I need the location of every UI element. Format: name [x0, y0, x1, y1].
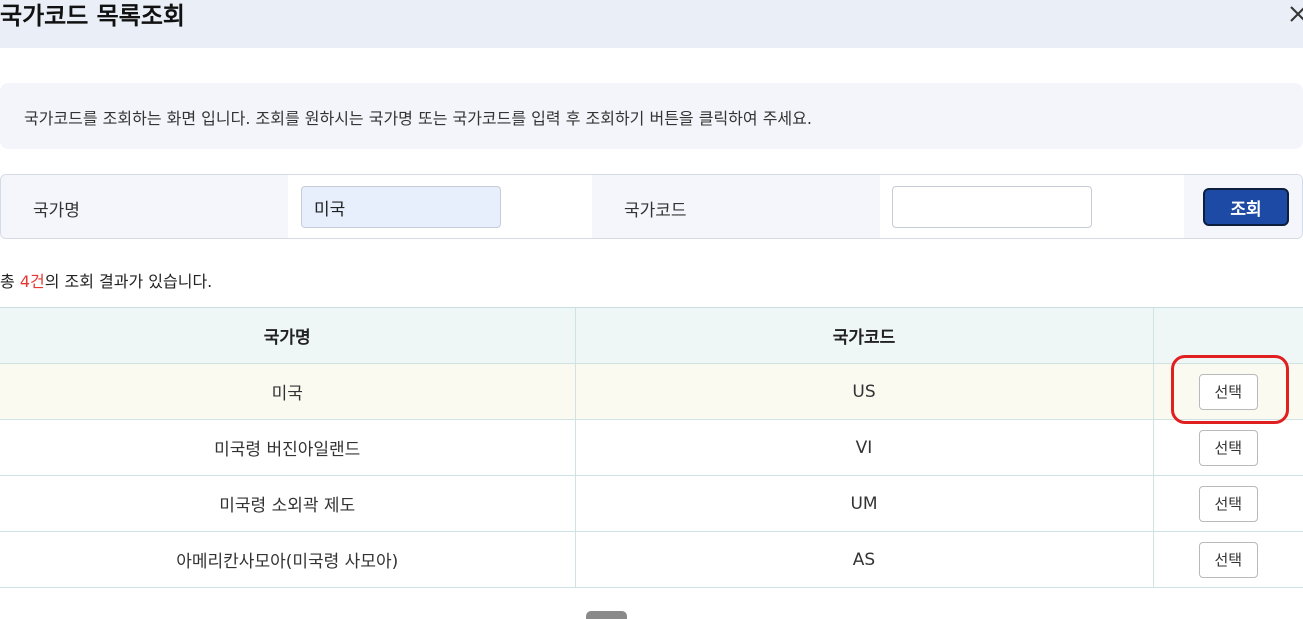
table-row: 미국령 소외곽 제도 UM 선택: [0, 475, 1303, 532]
notice-text: 국가코드를 조회하는 화면 입니다. 조회를 원하시는 국가명 또는 국가코드를…: [24, 109, 812, 128]
select-button[interactable]: 선택: [1198, 373, 1258, 410]
country-name-label-cell: 국가명: [1, 175, 288, 238]
country-name-cell: 아메리칸사모아(미국령 사모아): [0, 531, 576, 588]
select-button[interactable]: 선택: [1198, 429, 1258, 466]
select-button[interactable]: 선택: [1198, 485, 1258, 522]
search-form: 국가명 국가코드 조회: [0, 174, 1303, 239]
country-name-cell: 미국령 버진아일랜드: [0, 419, 576, 476]
select-button[interactable]: 선택: [1198, 541, 1258, 578]
country-code-cell: US: [575, 363, 1154, 420]
table-row: 미국령 버진아일랜드 VI 선택: [0, 419, 1303, 476]
country-code-cell: AS: [575, 531, 1154, 588]
table-header-row: 국가명 국가코드: [0, 307, 1303, 364]
search-button[interactable]: 조회: [1203, 188, 1289, 226]
result-count-number: 4건: [19, 272, 45, 291]
country-code-cell: VI: [575, 419, 1154, 476]
dialog-title: 국가코드 목록조회: [0, 2, 185, 30]
action-cell: 선택: [1153, 475, 1303, 532]
action-cell: 선택: [1153, 531, 1303, 588]
country-code-input[interactable]: [892, 186, 1092, 228]
table-row: 미국 US 선택: [0, 363, 1303, 420]
scroll-indicator[interactable]: [586, 611, 627, 619]
close-icon[interactable]: [1289, 2, 1303, 26]
column-header-action: [1153, 307, 1303, 364]
country-table: 국가명 국가코드 미국 US 선택 미국령 버진아일랜드 VI 선택 미국령 소…: [0, 307, 1303, 588]
action-cell: 선택: [1153, 419, 1303, 476]
country-name-label: 국가명: [33, 201, 80, 221]
country-name-cell: 미국: [0, 363, 576, 420]
result-count-suffix: 의 조회 결과가 있습니다.: [44, 272, 213, 291]
country-name-input[interactable]: [301, 186, 501, 228]
result-count: 총 4건의 조회 결과가 있습니다.: [0, 268, 212, 292]
country-name-cell: 미국령 소외곽 제도: [0, 475, 576, 532]
column-header-name: 국가명: [0, 307, 576, 364]
action-cell: 선택: [1153, 363, 1303, 420]
notice-box: 국가코드를 조회하는 화면 입니다. 조회를 원하시는 국가명 또는 국가코드를…: [0, 83, 1303, 149]
country-code-label: 국가코드: [624, 201, 687, 221]
result-count-prefix: 총: [0, 272, 20, 291]
country-code-label-cell: 국가코드: [592, 175, 880, 238]
dialog-header: 국가코드 목록조회: [0, 0, 1303, 48]
column-header-code: 국가코드: [575, 307, 1154, 364]
table-row: 아메리칸사모아(미국령 사모아) AS 선택: [0, 531, 1303, 588]
country-code-cell: UM: [575, 475, 1154, 532]
